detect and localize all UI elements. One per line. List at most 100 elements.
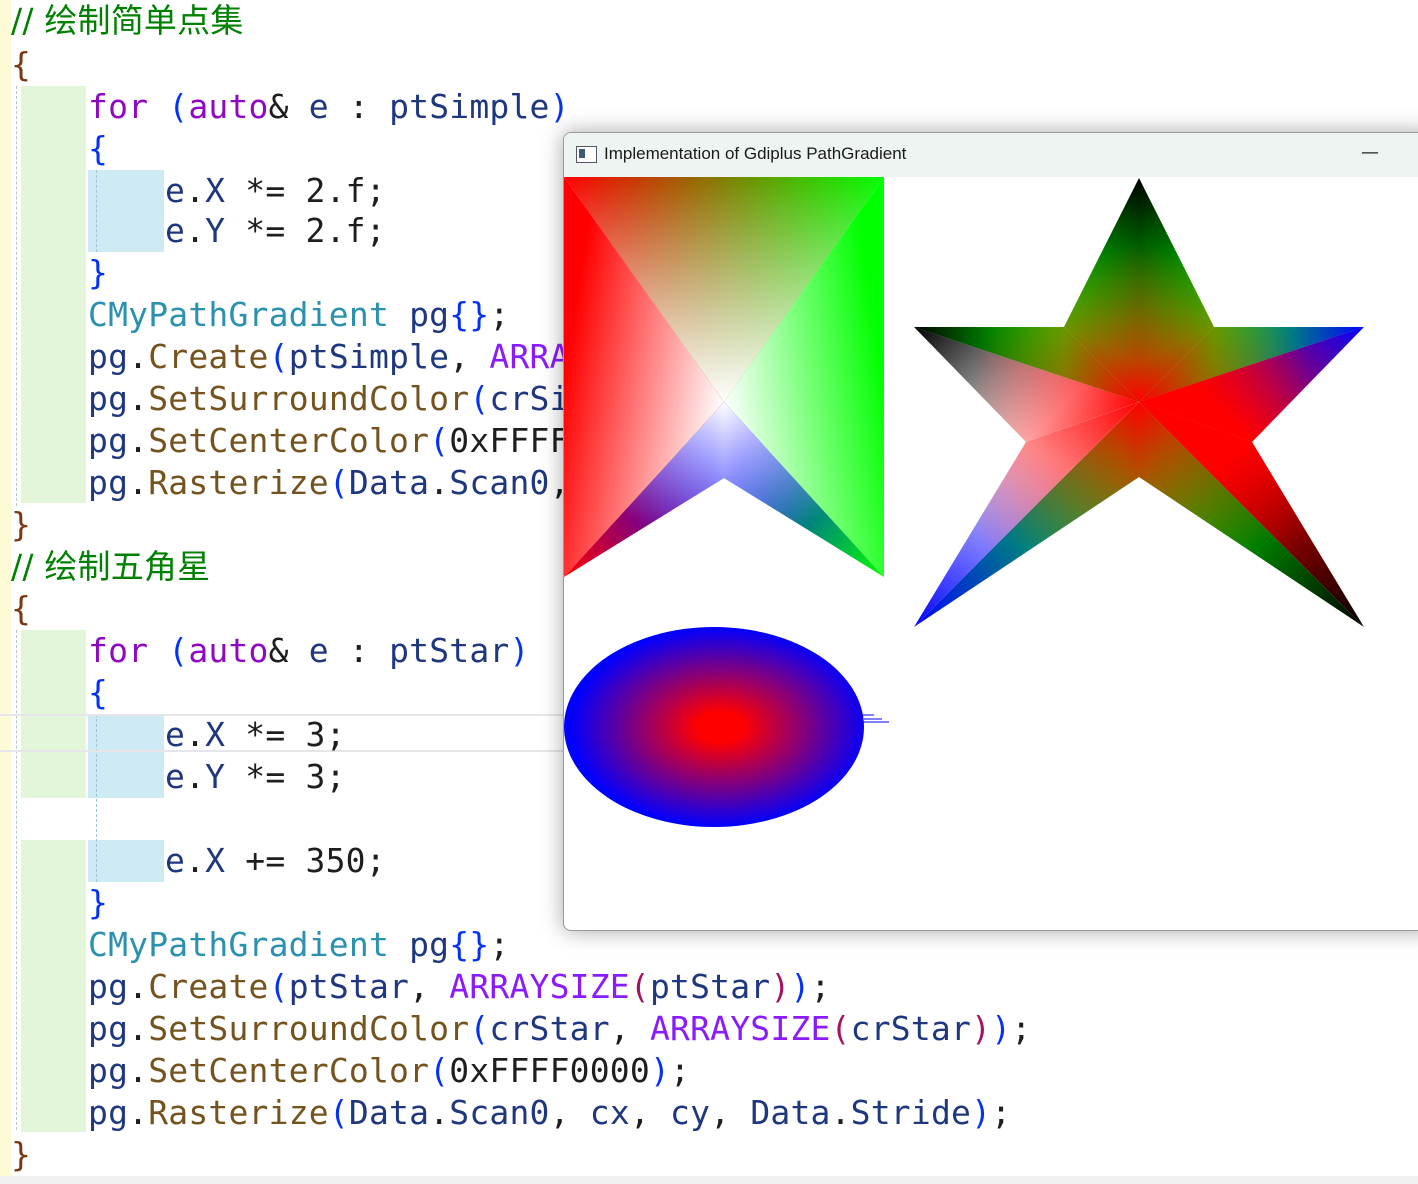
code-token: { [11,45,32,84]
code-line[interactable]: e.X *= 3; [165,714,346,756]
code-token: Create [148,337,269,376]
code-token: 0xFFFF0000 [449,1051,650,1090]
code-token: . [128,337,149,376]
code-line[interactable]: pg.SetCenterColor(0xFFFF0000); [88,1050,690,1092]
code-token: += 350; [225,841,386,880]
code-token: ( [328,1093,349,1132]
code-token: e [308,631,329,670]
code-line[interactable]: { [88,128,108,170]
code-token: , [449,337,490,376]
code-token: ( [429,421,450,460]
code-line[interactable]: e.Y *= 2.f; [165,210,386,252]
code-token: ( [429,1051,450,1090]
code-token: . [185,211,206,250]
code-token: Scan0 [449,463,550,502]
code-token: SetCenterColor [148,1051,430,1090]
code-token: . [128,967,149,1006]
code-line[interactable]: } [88,252,108,294]
code-token: X [205,841,226,880]
code-token: X [205,171,226,210]
code-line[interactable]: pg.Rasterize(Data.Scan0, cx, cy, Data.St… [88,1092,1011,1134]
code-token: e [165,841,186,880]
indent-guide [96,714,97,882]
code-token: & [268,631,309,670]
code-token: ; [489,925,510,964]
code-token: { [11,589,32,628]
code-token: pg [88,337,129,376]
code-line[interactable]: for (auto& e : ptSimple) [88,86,570,128]
code-token: } [88,253,109,292]
code-token: ptStar [649,967,771,1006]
code-token: ptSimple [389,87,550,126]
code-token: ) [509,631,530,670]
editor-gutter [0,0,11,1184]
code-line[interactable]: { [11,44,31,86]
code-token: . [429,1093,450,1132]
code-token: *= 2.f; [225,211,386,250]
code-token: , [409,967,450,1006]
gradient-ellipse [564,627,864,827]
code-token: ) [971,1093,992,1132]
code-token: {} [449,295,490,334]
code-token: } [88,883,109,922]
code-token: Scan0 [449,1093,550,1132]
code-line[interactable]: } [11,504,31,546]
code-token: Y [205,211,226,250]
code-token: , [609,1009,650,1048]
code-token: ARRAYSIZE [449,967,630,1006]
code-token: for [88,87,149,126]
code-line[interactable]: e.Y *= 3; [165,756,346,798]
code-token: Rasterize [148,463,329,502]
code-token: . [830,1093,851,1132]
code-line[interactable]: pg.SetSurroundColor(crStar, ARRAYSIZE(cr… [88,1008,1031,1050]
minimize-button[interactable]: — [1350,141,1390,169]
code-token: , [549,1093,590,1132]
code-token: . [185,715,206,754]
code-line[interactable]: pg.Create(ptStar, ARRAYSIZE(ptStar)); [88,966,831,1008]
code-token: Stride [850,1093,972,1132]
window-titlebar[interactable]: Implementation of Gdiplus PathGradient — [564,133,1418,177]
code-line[interactable]: CMyPathGradient pg{}; [88,294,509,336]
code-token: Y [205,757,226,796]
code-token: *= 3; [225,715,346,754]
code-token: ( [168,631,189,670]
code-line[interactable]: { [11,588,31,630]
window-title: Implementation of Gdiplus PathGradient [604,144,907,163]
code-token: , [629,1093,671,1132]
code-line[interactable]: // 绘制简单点集 [11,0,244,42]
code-token: // 绘制五角星 [11,547,211,586]
indent-band [21,86,86,503]
code-token: ptStar [288,967,410,1006]
indent-guide [16,86,17,506]
code-token: SetSurroundColor [148,1009,470,1048]
gradient-canvas [564,177,1364,827]
code-line[interactable]: } [88,882,108,924]
code-line[interactable]: { [88,672,108,714]
code-token: X [205,715,226,754]
code-line[interactable]: e.X += 350; [165,840,386,882]
code-token: CMyPathGradient [88,925,390,964]
code-line[interactable]: // 绘制五角星 [11,546,210,588]
indent-band [88,714,164,798]
code-token: . [185,171,206,210]
code-line[interactable]: for (auto& e : ptStar) [88,630,530,672]
code-token: cx [589,1093,630,1132]
code-token: ptStar [389,631,510,670]
code-line[interactable]: } [11,1134,31,1176]
code-token: ) [649,1051,671,1090]
code-token: {} [449,925,490,964]
path-gradient-window[interactable]: Implementation of Gdiplus PathGradient — [563,132,1418,931]
code-token: pg [88,421,129,460]
code-token: pg [88,1051,129,1090]
code-token: ; [1011,1009,1032,1048]
code-token: e [165,757,186,796]
code-token: // 绘制简单点集 [11,1,244,40]
indent-band [88,840,164,882]
code-token: ; [670,1051,691,1090]
code-token: . [185,757,206,796]
code-line[interactable]: e.X *= 2.f; [165,170,386,212]
code-line[interactable]: CMyPathGradient pg{}; [88,924,509,966]
